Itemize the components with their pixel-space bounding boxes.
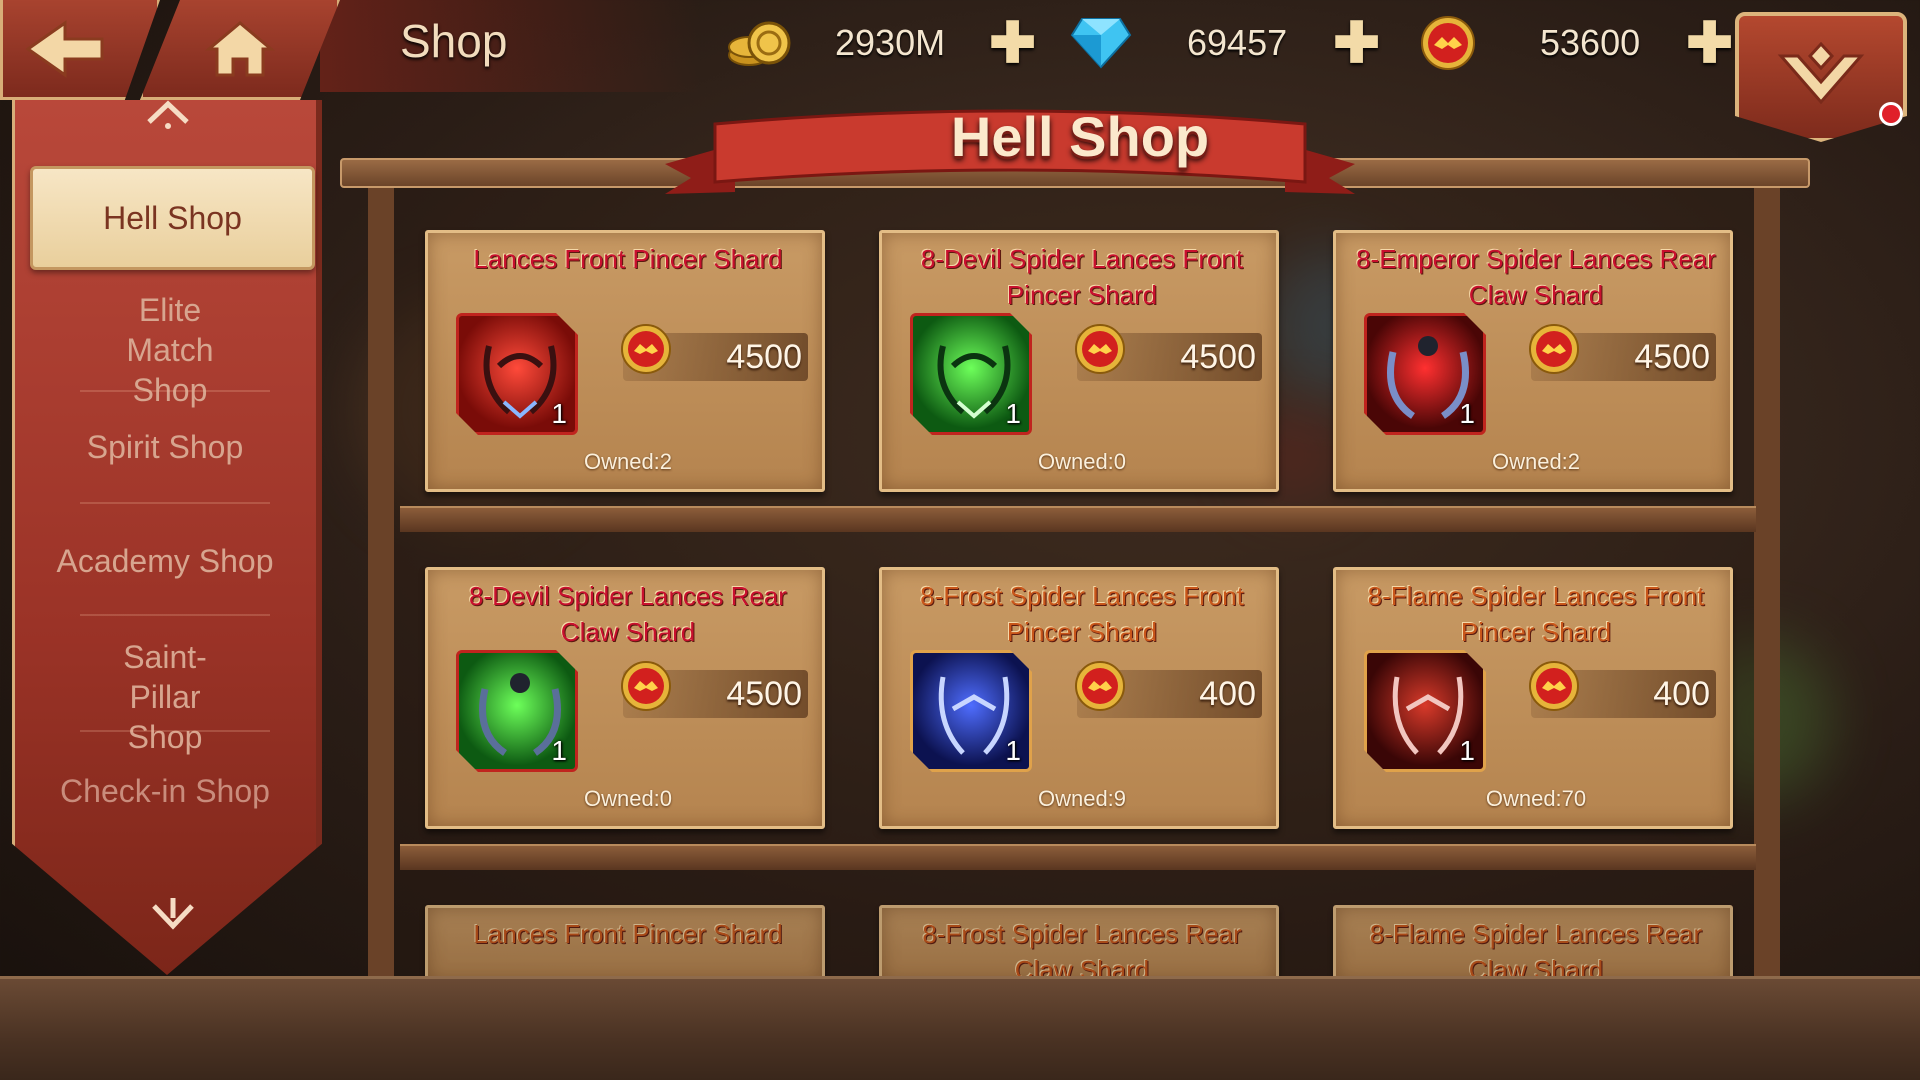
sidebar-divider [80,730,270,732]
item-name: 8-Frost Spider Lances Front Pincer Shard [920,581,1244,647]
item-icon: 1 [1364,313,1486,435]
item-quantity: 1 [1459,735,1475,766]
sidebar-item-check-in-shop[interactable]: Check-in Shop [20,771,310,811]
add-hell-coin-button[interactable]: ✚ [1686,15,1733,71]
hell-coin-icon [621,661,671,711]
item-price: 4500 [726,338,802,376]
owned-count: Owned:2 [583,449,673,474]
shop-item-card[interactable]: 8-Flame Spider Lances Front Pincer Shard… [1333,567,1733,829]
item-icon: 1 [910,650,1032,772]
hell-coin-icon [1075,324,1125,374]
sidebar-item-spirit-shop[interactable]: Spirit Shop [20,427,310,467]
sidebar-item-saint-pillar-shop[interactable]: Saint-Pillar Shop [20,637,310,757]
shop-item-card[interactable]: Lances Front Pincer Shard 1 4500 Owned:2 [425,230,825,492]
shop-item-card[interactable]: 8-Frost Spider Lances Rear Claw Shard [879,905,1279,985]
item-price: 400 [1199,675,1256,713]
hell-coin-icon [1421,16,1475,70]
currency-hell-coin: 53600 ✚ [1420,8,1733,78]
item-quantity: 1 [1005,735,1021,766]
sidebar-divider [80,390,270,392]
sidebar-divider [80,614,270,616]
bottom-counter [0,976,1920,1080]
add-gold-button[interactable]: ✚ [989,15,1036,71]
title-strip [320,0,700,92]
item-quantity: 1 [1459,398,1475,429]
owned-count: Owned:0 [1037,449,1127,474]
item-quantity: 1 [1005,398,1021,429]
home-button[interactable] [140,0,340,100]
diamond-amount: 69457 [1187,22,1288,63]
home-icon [205,20,275,76]
owned-count: Owned:2 [1491,449,1581,474]
top-bar: Shop 2930M ✚ 69457 ✚ 53600 ✚ [0,0,1920,142]
shelf-board [400,506,1756,532]
page-title: Shop [400,15,508,67]
hell-coin-icon [1529,324,1579,374]
gold-coins-icon [728,21,791,66]
diamond-icon [1070,18,1132,69]
sidebar-item-hell-shop[interactable]: Hell Shop [30,166,315,270]
shelf-board [400,844,1756,870]
shop-item-card[interactable]: 8-Emperor Spider Lances Rear Claw Shard … [1333,230,1733,492]
add-diamond-button[interactable]: ✚ [1333,15,1380,71]
hell-coin-icon [621,324,671,374]
shop-item-card[interactable]: 8-Devil Spider Lances Front Pincer Shard… [879,230,1279,492]
shop-item-card[interactable]: 8-Devil Spider Lances Rear Claw Shard 1 … [425,567,825,829]
back-button[interactable] [0,0,160,100]
owned-count: Owned:9 [1037,786,1127,811]
sidebar-item-label: Saint-Pillar Shop [123,639,207,755]
sidebar-item-label: Academy Shop [56,543,274,579]
item-price: 4500 [1180,338,1256,376]
gold-amount: 2930M [835,22,946,63]
currency-diamond: 69457 ✚ [1070,8,1380,78]
item-price: 4500 [1634,338,1710,376]
sidebar-item-label: Hell Shop [103,200,242,236]
item-icon: 1 [910,313,1032,435]
shop-banner-title: Hell Shop [950,105,1210,168]
item-name: 8-Flame Spider Lances Front Pincer Shard [1367,581,1705,647]
item-icon: 1 [1364,650,1486,772]
item-quantity: 1 [551,735,567,766]
owned-count: Owned:70 [1485,786,1587,811]
item-quantity: 1 [551,398,567,429]
back-arrow-icon [25,19,104,78]
shop-item-card[interactable]: 8-Frost Spider Lances Front Pincer Shard… [879,567,1279,829]
sidebar-item-elite-match-shop[interactable]: Elite Match Shop [20,290,320,410]
shop-item-card[interactable]: Lances Front Pincer Shard [425,905,825,985]
chevron-down-icon[interactable] [150,896,196,936]
currency-gold: 2930M ✚ [725,8,1036,78]
item-name: Lances Front Pincer Shard [473,244,783,274]
sidebar-item-label: Check-in Shop [60,773,270,809]
item-name: Lances Front Pincer Shard [473,919,783,949]
item-name: 8-Flame Spider Lances Rear Claw Shard [1369,919,1703,985]
sidebar-item-academy-shop[interactable]: Academy Shop [20,541,310,581]
item-icon: 1 [456,650,578,772]
item-name: 8-Devil Spider Lances Rear Claw Shard [469,581,787,647]
sidebar-item-label: Elite Match Shop [126,292,214,408]
shop-item-card[interactable]: 8-Flame Spider Lances Rear Claw Shard [1333,905,1733,985]
chevron-down-icon [1777,42,1865,105]
sidebar-item-label: Spirit Shop [86,429,244,465]
hell-coin-icon [1529,661,1579,711]
item-price: 400 [1653,675,1710,713]
sidebar-divider [80,502,270,504]
item-name: 8-Devil Spider Lances Front Pincer Shard [920,244,1244,310]
hell-coin-amount: 53600 [1540,22,1641,63]
item-name: 8-Frost Spider Lances Rear Claw Shard [922,919,1242,985]
item-icon: 1 [456,313,578,435]
item-name: 8-Emperor Spider Lances Rear Claw Shard [1356,244,1716,310]
item-price: 4500 [726,675,802,713]
hell-coin-icon [1075,661,1125,711]
owned-count: Owned:0 [583,786,673,811]
